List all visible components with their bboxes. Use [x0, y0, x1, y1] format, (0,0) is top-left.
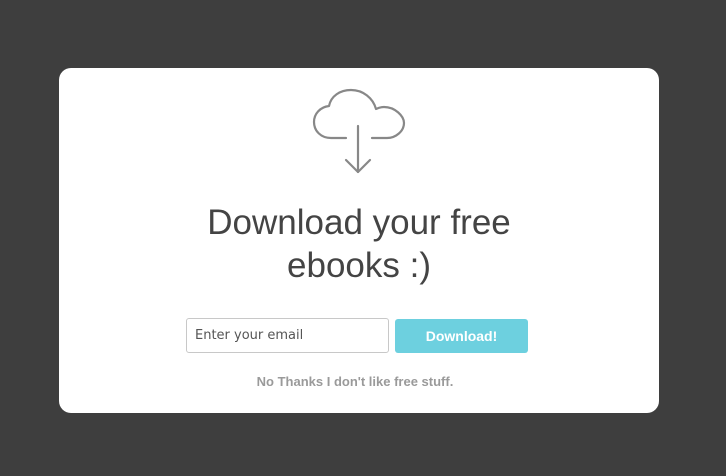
modal-headline: Download your free ebooks :)	[207, 203, 511, 285]
no-thanks-link[interactable]: No Thanks I don't like free stuff.	[159, 374, 551, 389]
download-button[interactable]: Download!	[395, 319, 528, 353]
email-input[interactable]	[186, 318, 389, 353]
cloud-download-icon	[312, 88, 406, 174]
download-modal: Download your free ebooks :) Download! N…	[59, 68, 659, 413]
